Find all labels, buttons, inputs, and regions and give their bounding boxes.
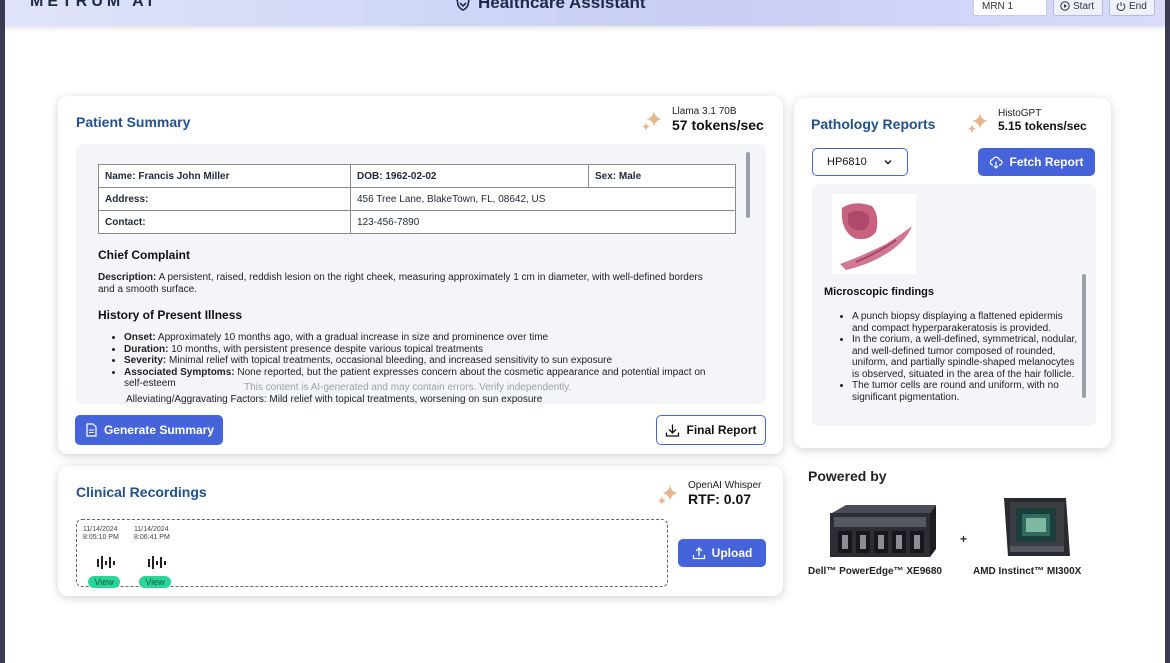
- patient-summary-title: Patient Summary: [76, 114, 191, 130]
- fetch-report-label: Fetch Report: [1009, 155, 1084, 169]
- gpu-label: AMD Instinct™ MI300X: [973, 566, 1082, 577]
- address-label-cell: Address:: [98, 187, 351, 211]
- end-label: End: [1129, 0, 1147, 12]
- pathology-scrollbar[interactable]: [1082, 274, 1086, 398]
- download-icon: [666, 424, 680, 437]
- chief-complaint-heading: Chief Complaint: [98, 248, 190, 262]
- hpi-heading: History of Present Illness: [98, 308, 243, 322]
- sparkle-icon: [968, 113, 988, 133]
- list-item: In the corium, a well-defined, symmetric…: [852, 334, 1078, 380]
- report-select-value: HP6810: [827, 156, 867, 168]
- app-title-text: Healthcare Assistant: [478, 0, 646, 12]
- audio-waveform-icon: [148, 556, 166, 569]
- fetch-report-button[interactable]: Fetch Report: [978, 148, 1095, 176]
- final-report-button[interactable]: Final Report: [656, 415, 766, 445]
- upload-icon: [692, 547, 705, 560]
- findings-list: A punch biopsy displaying a flattened ep…: [842, 311, 1078, 403]
- histogpt-metric: HistoGPT 5.15 tokens/sec: [966, 108, 1087, 135]
- view-recording-button[interactable]: View: [139, 576, 171, 588]
- powered-by-heading: Powered by: [808, 468, 887, 484]
- power-icon: [1116, 2, 1126, 11]
- audio-waveform-icon: [97, 556, 115, 569]
- recording-date: 11/14/2024: [83, 526, 118, 533]
- llama-model-name: Llama 3.1 70B: [672, 106, 737, 117]
- mrn-input[interactable]: [973, 0, 1047, 16]
- address-value-cell: 456 Tree Lane, BlakeTown, FL, 08642, US: [350, 187, 736, 211]
- description-label: Description:: [98, 272, 157, 283]
- recording-time: 8:05:10 PM: [83, 534, 119, 541]
- whisper-metric: OpenAI Whisper RTF: 0.07: [656, 480, 761, 507]
- generate-summary-button[interactable]: Generate Summary: [75, 415, 223, 445]
- medical-shield-icon: [456, 0, 470, 11]
- app-title: Healthcare Assistant: [455, 0, 646, 13]
- plus-sign: +: [960, 532, 968, 546]
- histogpt-speed: 5.15 tokens/sec: [998, 119, 1087, 133]
- description-text: A persistent, raised, reddish lesion on …: [98, 272, 703, 295]
- document-icon: [86, 423, 97, 437]
- list-item: Duration: 10 months, with persistent pre…: [124, 344, 726, 356]
- whisper-model-name: OpenAI Whisper: [688, 480, 762, 491]
- recording-time: 8:06:41 PM: [134, 534, 170, 541]
- window-frame-right: [1165, 0, 1170, 663]
- final-report-label: Final Report: [686, 423, 757, 437]
- contact-label-cell: Contact:: [98, 210, 351, 234]
- contact-value-cell: 123-456-7890: [350, 210, 736, 234]
- patient-info-table: Name: Francis John Miller DOB: 1962-02-0…: [98, 164, 736, 234]
- chevron-down-icon: [884, 160, 892, 165]
- cloud-download-icon: [990, 156, 1004, 169]
- findings-heading: Microscopic findings: [824, 286, 935, 298]
- view-recording-button[interactable]: View: [88, 576, 120, 588]
- ai-disclaimer: This content is AI-generated and may con…: [244, 382, 572, 393]
- end-button[interactable]: End: [1109, 0, 1155, 16]
- clinical-recordings-card: Clinical Recordings OpenAI Whisper RTF: …: [58, 466, 783, 596]
- summary-scroll-panel[interactable]: Name: Francis John Miller DOB: 1962-02-0…: [76, 144, 766, 404]
- cut-off-line: Alleviating/Aggravating Factors: Mild re…: [126, 394, 543, 404]
- brand-logo: METRUM AI: [30, 0, 157, 10]
- server-image: [830, 505, 936, 557]
- start-button[interactable]: Start: [1053, 0, 1103, 16]
- server-label: Dell™ PowerEdge™ XE9680: [808, 566, 942, 577]
- play-circle-icon: [1060, 1, 1070, 11]
- list-item: Severity: Minimal relief with topical tr…: [124, 355, 726, 367]
- recording-item[interactable]: 11/14/2024 8:05:10 PM View: [83, 526, 127, 588]
- list-item: Onset: Approximately 10 months ago, with…: [124, 332, 726, 344]
- gpu-chip-image: [1004, 498, 1070, 556]
- whisper-rtf: RTF: 0.07: [688, 491, 752, 507]
- list-item: A punch biopsy displaying a flattened ep…: [852, 311, 1078, 334]
- llama-speed: 57 tokens/sec: [672, 117, 764, 133]
- recording-date: 11/14/2024: [134, 526, 169, 533]
- top-header: METRUM AI Healthcare Assistant Start End: [5, 0, 1165, 26]
- pathology-title: Pathology Reports: [811, 116, 936, 132]
- list-item: The tumor cells are round and uniform, w…: [852, 380, 1078, 403]
- upload-button[interactable]: Upload: [678, 539, 766, 567]
- patient-dob-cell: DOB: 1962-02-02: [350, 164, 589, 188]
- recordings-list: 11/14/2024 8:05:10 PM View 11/14/2024 8:…: [76, 519, 668, 588]
- recordings-title: Clinical Recordings: [76, 484, 207, 500]
- recording-item[interactable]: 11/14/2024 8:06:41 PM View: [134, 526, 178, 588]
- generate-summary-label: Generate Summary: [103, 423, 215, 437]
- patient-name-cell: Name: Francis John Miller: [98, 164, 351, 188]
- pathology-reports-card: Pathology Reports HistoGPT 5.15 tokens/s…: [794, 98, 1111, 448]
- summary-scrollbar[interactable]: [746, 152, 750, 218]
- pathology-scroll-panel[interactable]: Microscopic findings A punch biopsy disp…: [812, 184, 1096, 426]
- hpi-list: Onset: Approximately 10 months ago, with…: [114, 332, 726, 390]
- report-select[interactable]: HP6810: [812, 148, 908, 176]
- patient-sex-cell: Sex: Male: [588, 164, 736, 188]
- tissue-slide-image: [832, 194, 916, 274]
- sparkle-icon: [642, 111, 662, 131]
- patient-summary-card: Patient Summary Llama 3.1 70B 57 tokens/…: [58, 96, 783, 454]
- upload-label: Upload: [711, 546, 753, 560]
- description-paragraph: Description: A persistent, raised, reddi…: [98, 272, 718, 296]
- start-label: Start: [1073, 0, 1095, 12]
- sparkle-icon: [658, 485, 678, 505]
- window-frame-left: [0, 0, 5, 663]
- llama-metric: Llama 3.1 70B 57 tokens/sec: [640, 106, 764, 133]
- histogpt-model-name: HistoGPT: [998, 108, 1042, 119]
